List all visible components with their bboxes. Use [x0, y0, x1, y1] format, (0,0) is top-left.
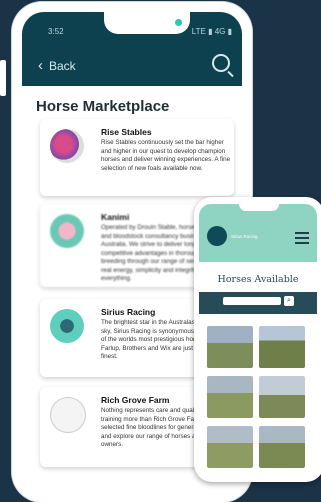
back-label: Back	[49, 58, 76, 73]
phone-notch	[239, 204, 279, 211]
background-tab	[0, 60, 6, 96]
status-time: 3:52	[48, 27, 64, 36]
card-name: Sirius Racing	[101, 307, 156, 317]
search-input[interactable]	[223, 297, 281, 305]
app-bar: ‹ Back	[22, 44, 242, 86]
horse-thumbnail[interactable]	[207, 376, 253, 418]
horse-thumbnail[interactable]	[259, 326, 305, 368]
phone-mockup-secondary: Sirius Racing Horses Available ⌕	[194, 197, 321, 482]
rise-stables-logo	[50, 129, 84, 163]
horse-thumbnail[interactable]	[259, 376, 305, 418]
back-button[interactable]: ‹ Back	[38, 57, 76, 74]
horse-thumbnail[interactable]	[259, 426, 305, 468]
page-title: Horse Marketplace	[36, 98, 170, 115]
phone-notch	[104, 12, 190, 34]
horse-thumbnail[interactable]	[207, 426, 253, 468]
secondary-screen: Sirius Racing Horses Available ⌕	[199, 204, 317, 476]
search-band: ⌕	[199, 292, 317, 314]
card-desc: Rise Stables continuously set the bar hi…	[101, 139, 231, 172]
brand[interactable]: Sirius Racing	[207, 226, 258, 246]
card-name: Rise Stables	[101, 127, 152, 137]
card-name: Rich Grove Farm	[101, 395, 170, 405]
kanimi-logo	[50, 214, 84, 248]
search-icon[interactable]	[212, 54, 230, 72]
brand-logo	[207, 226, 227, 246]
menu-icon[interactable]	[295, 232, 309, 247]
card-name: Kanimi	[101, 212, 130, 222]
camera-icon	[175, 19, 182, 26]
horse-thumbnail[interactable]	[207, 326, 253, 368]
status-icons: LTE ▮ 4G ▮	[191, 27, 232, 36]
brand-name: Sirius Racing	[231, 233, 258, 239]
search-button[interactable]: ⌕	[284, 296, 294, 306]
list-item[interactable]: Rise Stables Rise Stables continuously s…	[40, 119, 234, 196]
sirius-racing-logo	[50, 309, 84, 343]
back-arrow-icon: ‹	[38, 57, 43, 74]
secondary-title: Horses Available	[217, 274, 299, 285]
secondary-header: Sirius Racing	[199, 204, 317, 262]
rich-grove-logo	[50, 397, 86, 433]
